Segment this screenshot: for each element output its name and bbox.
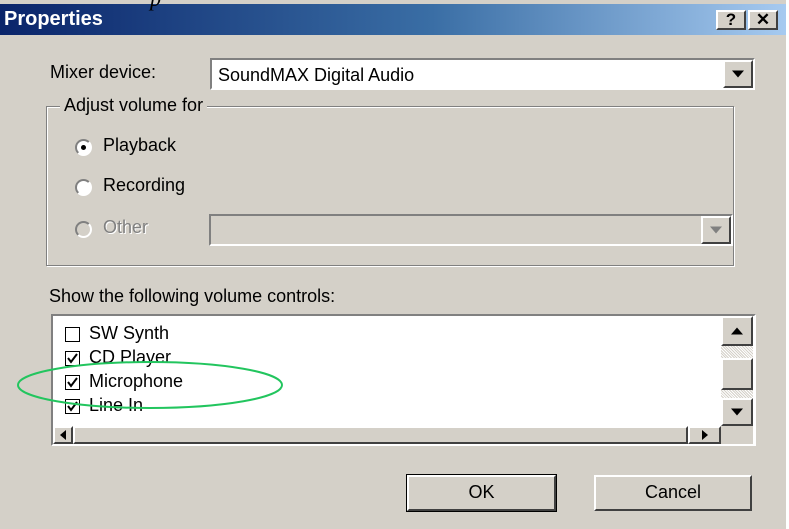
scrollbar-corner (721, 426, 753, 444)
caption-fragment: p (150, 0, 161, 12)
arrow-left-icon (60, 430, 66, 440)
arrow-down-icon (731, 408, 743, 416)
chevron-down-icon (710, 226, 722, 234)
scroll-up-button[interactable] (721, 316, 753, 346)
mixer-device-label: Mixer device: (50, 62, 157, 82)
ok-button[interactable]: OK (406, 474, 557, 512)
properties-dialog: Properties ? ✕ Mixer device: SoundMAX Di… (0, 0, 786, 529)
scroll-left-button[interactable] (53, 426, 73, 444)
sw-synth-checkbox[interactable] (65, 327, 80, 342)
mixer-device-value: SoundMAX Digital Audio (218, 65, 415, 85)
radio-other-label: Other (103, 217, 149, 237)
line-in-checkbox[interactable] (65, 399, 80, 414)
mixer-device-select[interactable]: SoundMAX Digital Audio (210, 58, 755, 90)
radio-playback-circle[interactable] (75, 139, 92, 156)
other-device-select (209, 214, 733, 246)
radio-selected-dot (81, 145, 86, 150)
window-title: Properties (4, 8, 103, 30)
line-in-label: Line In (89, 395, 144, 415)
title-bar[interactable]: Properties ? ✕ (0, 4, 786, 35)
volume-controls-label: Show the following volume controls: (49, 286, 336, 306)
close-button[interactable]: ✕ (748, 10, 778, 30)
radio-playback-label: Playback (103, 135, 177, 155)
adjust-volume-title: Adjust volume for (60, 95, 208, 116)
check-icon (67, 353, 78, 364)
arrow-up-icon (731, 327, 743, 335)
scroll-thumb[interactable] (721, 358, 753, 390)
mixer-device-dropdown-button[interactable] (723, 60, 753, 88)
check-icon (67, 401, 78, 412)
horizontal-scroll-thumb[interactable] (73, 426, 688, 444)
scroll-right-button[interactable] (688, 426, 721, 444)
sw-synth-label: SW Synth (89, 323, 170, 343)
other-device-dropdown-button (701, 216, 731, 244)
help-button[interactable]: ? (716, 10, 746, 30)
radio-recording-circle[interactable] (75, 179, 92, 196)
cd-player-label: CD Player (89, 347, 172, 367)
check-icon (67, 377, 78, 388)
cancel-button[interactable]: Cancel (594, 475, 752, 511)
cd-player-checkbox[interactable] (65, 351, 80, 366)
microphone-label: Microphone (89, 371, 184, 391)
radio-recording-label: Recording (103, 175, 186, 195)
radio-other-circle (75, 221, 92, 238)
microphone-checkbox[interactable] (65, 375, 80, 390)
scroll-down-button[interactable] (721, 398, 753, 426)
chevron-down-icon (732, 70, 744, 78)
arrow-right-icon (701, 430, 708, 440)
